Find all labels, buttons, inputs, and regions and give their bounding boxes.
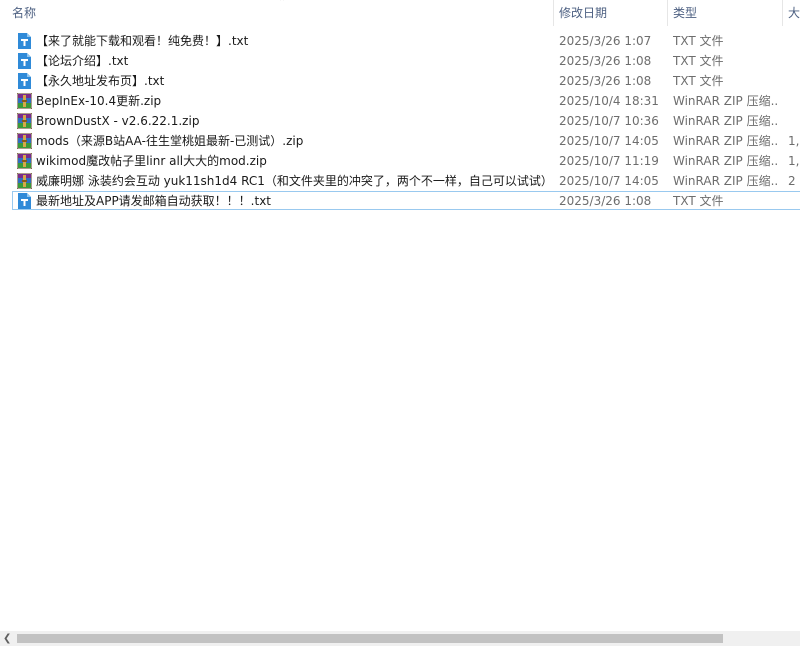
winrar-archive-icon <box>16 172 33 190</box>
txt-file-icon <box>17 73 32 89</box>
winrar-archive-icon <box>16 92 33 110</box>
winrar-archive-icon <box>16 152 33 170</box>
file-modified-date: 2025/10/4 18:31 <box>559 94 659 108</box>
file-size <box>788 71 800 91</box>
file-modified-date: 2025/10/7 14:05 <box>559 134 659 148</box>
file-row[interactable]: 【永久地址发布页】.txt 2025/3/26 1:08 TXT 文件 <box>0 71 800 91</box>
column-header-size[interactable]: 大 <box>788 0 800 26</box>
file-size: 1, <box>788 134 800 148</box>
column-divider[interactable] <box>667 0 668 26</box>
scrollbar-thumb[interactable] <box>17 634 723 643</box>
column-header: 名称 ⌃ 修改日期 类型 大 <box>0 0 800 26</box>
winrar-archive-icon <box>16 112 33 130</box>
file-modified-date: 2025/3/26 1:08 <box>559 74 652 88</box>
file-name: wikimod魔改帖子里linr all大大的mod.zip <box>36 154 267 168</box>
file-modified-date: 2025/3/26 1:08 <box>559 194 652 208</box>
file-name: 最新地址及APP请发邮箱自动获取！！！.txt <box>36 194 272 208</box>
column-divider[interactable] <box>782 0 783 26</box>
file-row[interactable]: 【论坛介绍】.txt 2025/3/26 1:08 TXT 文件 <box>0 51 800 71</box>
file-list: 【来了就能下载和观看！纯免费！】.txt 2025/3/26 1:07 TXT 文件… <box>0 31 800 211</box>
file-name: BrownDustX - v2.6.22.1.zip <box>36 114 200 128</box>
column-divider[interactable] <box>553 0 554 26</box>
file-name: 【论坛介绍】.txt <box>36 54 129 68</box>
file-row[interactable]: mods（来源B站AA-往生堂桃姐最新-已测试）.zip 2025/10/7 14… <box>0 131 800 151</box>
txt-file-icon <box>17 193 32 209</box>
txt-file-icon <box>17 53 32 69</box>
file-type: WinRAR ZIP 压缩... <box>673 134 779 148</box>
file-name: 威廉明娜 泳装约会互动 yuk11sh1d4 RC1（和文件夹里的冲突了，两个不… <box>36 174 551 188</box>
column-header-type[interactable]: 类型 <box>673 0 773 26</box>
file-size: 1, <box>788 154 800 168</box>
file-modified-date: 2025/3/26 1:07 <box>559 34 652 48</box>
file-type: WinRAR ZIP 压缩... <box>673 114 779 128</box>
file-size: 2 <box>788 174 796 188</box>
file-name: mods（来源B站AA-往生堂桃姐最新-已测试）.zip <box>36 134 304 148</box>
file-type: TXT 文件 <box>673 194 724 208</box>
column-header-date[interactable]: 修改日期 <box>559 0 659 26</box>
file-size <box>788 51 800 71</box>
file-name: BepInEx-10.4更新.zip <box>36 94 162 108</box>
file-name: 【永久地址发布页】.txt <box>36 74 165 88</box>
file-row[interactable]: BepInEx-10.4更新.zip 2025/10/4 18:31 WinRAR … <box>0 91 800 111</box>
file-type: WinRAR ZIP 压缩... <box>673 174 779 188</box>
file-type: TXT 文件 <box>673 34 724 48</box>
file-size <box>788 91 800 111</box>
file-row[interactable]: 威廉明娜 泳装约会互动 yuk11sh1d4 RC1（和文件夹里的冲突了，两个不… <box>0 171 800 191</box>
file-row[interactable]: wikimod魔改帖子里linr all大大的mod.zip 2025/10/7 … <box>0 151 800 171</box>
file-explorer-list: 名称 ⌃ 修改日期 类型 大 【来了就能下载和观看！纯免费！】.txt 2025/… <box>0 0 800 646</box>
file-row[interactable]: BrownDustX - v2.6.22.1.zip 2025/10/7 10:3… <box>0 111 800 131</box>
file-modified-date: 2025/10/7 10:36 <box>559 114 659 128</box>
file-modified-date: 2025/10/7 14:05 <box>559 174 659 188</box>
txt-file-icon <box>17 33 32 49</box>
winrar-archive-icon <box>16 132 33 150</box>
file-type: TXT 文件 <box>673 74 724 88</box>
horizontal-scrollbar[interactable]: ❮ <box>0 631 800 646</box>
file-modified-date: 2025/3/26 1:08 <box>559 54 652 68</box>
file-size <box>788 31 800 51</box>
file-row[interactable]: 最新地址及APP请发邮箱自动获取！！！.txt 2025/3/26 1:08 TXT… <box>0 191 800 211</box>
sort-ascending-icon: ⌃ <box>278 0 287 8</box>
file-type: WinRAR ZIP 压缩... <box>673 154 779 168</box>
scroll-left-arrow-icon[interactable]: ❮ <box>3 631 11 646</box>
file-name: 【来了就能下载和观看！纯免费！】.txt <box>36 34 249 48</box>
file-type: TXT 文件 <box>673 54 724 68</box>
file-modified-date: 2025/10/7 11:19 <box>559 154 659 168</box>
file-size <box>788 191 800 211</box>
file-row[interactable]: 【来了就能下载和观看！纯免费！】.txt 2025/3/26 1:07 TXT 文件 <box>0 31 800 51</box>
file-size <box>788 111 800 131</box>
file-type: WinRAR ZIP 压缩... <box>673 94 779 108</box>
